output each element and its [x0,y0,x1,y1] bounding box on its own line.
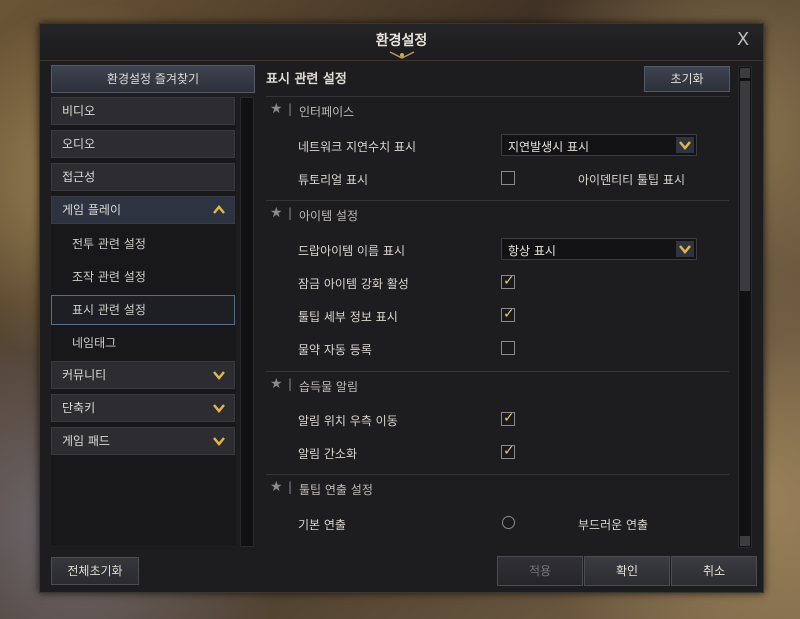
scroll-up-icon[interactable] [740,68,750,78]
check-icon: ✓ [503,306,515,322]
section-header: ★ | 툴팁 연출 설정 [266,474,729,501]
title-bar: 환경설정 X [40,24,763,61]
sidebar-scrollbar[interactable] [240,97,254,547]
notify-move-right-checkbox[interactable]: ✓ [501,410,515,426]
sidebar-item-label: 커뮤니티 [62,368,107,382]
reset-all-button[interactable]: 전체초기화 [51,557,139,585]
notify-simple-checkbox[interactable]: ✓ [501,443,515,459]
sidebar-sub-nametag[interactable]: 네임태그 [51,328,235,358]
sidebar-item-video[interactable]: 비디오 [51,97,235,125]
window-title: 환경설정 [375,33,428,49]
star-icon: ★ [270,205,283,221]
dropdown-value: 항상 표시 [508,244,556,258]
identity-tooltip-label: 아이덴티티 툴팁 표시 [578,173,685,187]
chevron-down-icon [676,241,694,257]
notify-move-right-label: 알림 위치 우측 이동 [298,414,398,428]
sidebar-item-label: 게임 패드 [62,434,110,448]
chevron-down-icon [676,137,694,153]
star-icon: ★ [270,101,283,117]
section-label: 툴팁 연출 설정 [299,483,373,497]
tooltip-smooth-label: 부드러운 연출 [578,518,649,532]
sidebar-item-label: 게임 플레이 [62,203,122,217]
potion-auto-label: 물약 자동 등록 [298,343,372,357]
content-scrollbar[interactable] [738,66,752,548]
sidebar-item-accessibility[interactable]: 접근성 [51,163,235,191]
section-label: 인터페이스 [299,105,355,119]
sidebar-sub-display[interactable]: 표시 관련 설정 [51,295,235,325]
locked-enhance-label: 잠금 아이템 강화 활성 [298,277,409,291]
sidebar-item-gamepad[interactable]: 게임 패드 [51,427,235,455]
section-divider: | [288,206,293,220]
locked-enhance-checkbox[interactable]: ✓ [501,273,515,289]
network-delay-dropdown[interactable]: 지연발생시 표시 [501,134,697,156]
settings-window: 환경설정 X 환경설정 즐겨찾기 비디오 오디오 접근성 게임 플레이 전투 관… [39,23,764,593]
tooltip-detail-checkbox[interactable]: ✓ [501,306,515,322]
scroll-down-icon[interactable] [740,536,750,546]
reset-button[interactable]: 초기화 [644,66,730,92]
section-divider: | [288,480,293,494]
chevron-down-icon [213,404,225,413]
check-icon: ✓ [503,410,515,426]
favorites-button[interactable]: 환경설정 즐겨찾기 [51,65,255,93]
sidebar-item-gameplay[interactable]: 게임 플레이 [51,196,235,224]
section-label: 아이템 설정 [299,209,359,223]
network-delay-label: 네트워크 지연수치 표시 [298,140,417,154]
title-ornament-icon [389,51,415,59]
confirm-button[interactable]: 확인 [584,556,670,586]
section-header: ★ | 인터페이스 [266,96,729,123]
content-title: 표시 관련 설정 [266,72,347,87]
dropdown-value: 지연발생시 표시 [508,140,590,154]
star-icon: ★ [270,479,283,495]
close-icon[interactable]: X [733,30,753,50]
sidebar-item-shortcut[interactable]: 단축키 [51,394,235,422]
tutorial-label: 튜토리얼 표시 [298,173,369,187]
check-icon: ✓ [503,443,515,459]
sidebar-item-audio[interactable]: 오디오 [51,130,235,158]
cancel-button[interactable]: 취소 [671,556,757,586]
sidebar-item-community[interactable]: 커뮤니티 [51,361,235,389]
drop-item-name-label: 드랍아이템 이름 표시 [298,244,405,258]
potion-auto-checkbox[interactable] [501,341,515,355]
chevron-up-icon [213,205,225,214]
tutorial-checkbox[interactable] [501,171,515,185]
sidebar: 비디오 오디오 접근성 게임 플레이 전투 관련 설정 조작 관련 설정 표시 … [51,97,236,545]
section-divider: | [288,377,293,391]
settings-content: ★ | 인터페이스 네트워크 지연수치 표시 지연발생시 표시 튜토리얼 표시 … [266,94,729,544]
tooltip-basic-radio[interactable] [502,516,515,529]
star-icon: ★ [270,376,283,392]
tooltip-basic-label: 기본 연출 [298,518,346,532]
sidebar-sub-control[interactable]: 조작 관련 설정 [51,262,235,292]
notify-simple-label: 알림 간소화 [298,447,358,461]
drop-item-name-dropdown[interactable]: 항상 표시 [501,238,697,260]
chevron-down-icon [213,437,225,446]
apply-button[interactable]: 적용 [497,556,583,586]
section-label: 습득물 알림 [299,380,359,394]
sidebar-sub-combat[interactable]: 전투 관련 설정 [51,229,235,259]
scroll-thumb[interactable] [740,81,750,291]
section-header: ★ | 아이템 설정 [266,200,729,227]
tooltip-detail-label: 툴팁 세부 정보 표시 [298,310,398,324]
check-icon: ✓ [503,273,515,289]
chevron-down-icon [213,371,225,380]
section-header: ★ | 습득물 알림 [266,371,729,398]
sidebar-item-label: 단축키 [62,401,96,415]
section-divider: | [288,102,293,116]
